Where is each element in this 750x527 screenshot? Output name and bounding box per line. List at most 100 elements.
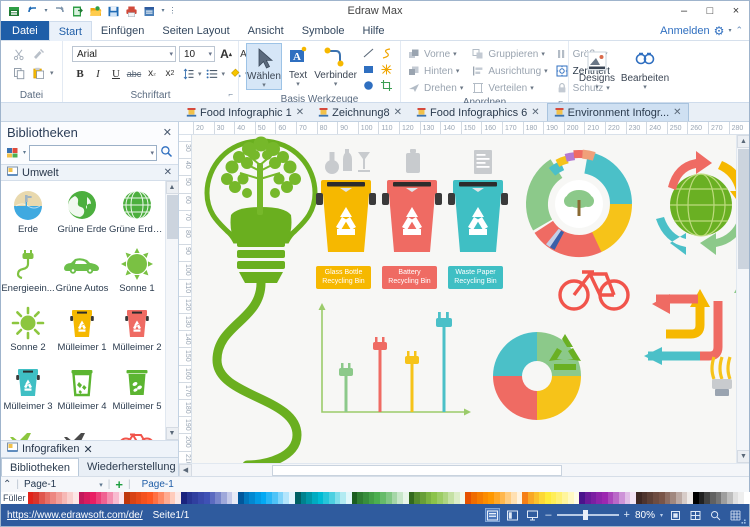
arrange-distribute[interactable]: Verteilen ▾: [470, 80, 547, 96]
underline-button[interactable]: U: [108, 66, 124, 81]
signin-link[interactable]: Anmelden: [660, 25, 710, 37]
stencil-gruene-erde[interactable]: Grüne Erde: [55, 184, 109, 243]
globe-recycle-arrows-graphic[interactable]: [642, 147, 749, 263]
library-search-caret[interactable]: ▾: [150, 149, 154, 157]
stencil-sonne-2[interactable]: Sonne 2: [1, 302, 55, 361]
italic-button[interactable]: I: [90, 66, 106, 81]
font-dialog-launcher[interactable]: ⌐: [228, 88, 233, 101]
canvas-vertical-scrollbar[interactable]: ▲ ▼: [736, 135, 749, 463]
stencil-flugzeug-dunkel[interactable]: Flugzeug: [55, 420, 109, 440]
strikethrough-button[interactable]: abc: [126, 66, 142, 81]
page-tab-page-1[interactable]: Page-1: [142, 479, 174, 490]
tool-text-caret[interactable]: ▾: [296, 81, 300, 88]
glass-bottle-label[interactable]: Glass Bottle Recycling Bin: [316, 266, 371, 289]
gear-dropdown-caret[interactable]: ▾: [728, 27, 731, 34]
redo-icon[interactable]: [52, 4, 67, 19]
cut-icon[interactable]: [12, 47, 27, 62]
library-group-close[interactable]: ✕: [164, 167, 172, 178]
normal-view-icon[interactable]: [485, 508, 501, 522]
stencil-scroll-thumb[interactable]: [166, 195, 178, 239]
designs-button[interactable]: Designs ▾: [574, 45, 620, 102]
crop-tool-icon[interactable]: [379, 78, 394, 93]
doc-tab-close[interactable]: ✕: [673, 107, 681, 118]
library-group-infografiken[interactable]: Infografiken ✕: [1, 440, 178, 457]
page-view-icon[interactable]: [505, 508, 520, 522]
fit-width-icon[interactable]: [688, 508, 703, 522]
stencil-fahrrad[interactable]: Fahrrad: [109, 420, 165, 440]
grow-font-icon[interactable]: A ▴: [218, 47, 234, 62]
ellipse-tool-icon[interactable]: [361, 78, 376, 93]
doc-tab-food-infographic-1[interactable]: Food Infographic 1 ✕: [179, 103, 311, 121]
tool-text-button[interactable]: A Text ▾: [284, 43, 312, 88]
color-swatch[interactable]: [744, 492, 750, 504]
line-tool-icon[interactable]: [361, 46, 376, 61]
line-spacing-caret[interactable]: ▾: [198, 70, 202, 78]
canvas-scroll-up-button[interactable]: ▲: [737, 135, 749, 148]
stencil-muelleimer-4[interactable]: Mülleimer 4: [55, 361, 109, 420]
resize-grip[interactable]: [737, 515, 747, 525]
collapse-ribbon-icon[interactable]: ⌃: [735, 25, 743, 36]
bullets-caret[interactable]: ▾: [222, 70, 226, 78]
stencil-muelleimer-1[interactable]: Mülleimer 1: [55, 302, 109, 361]
tool-connector-button[interactable]: Verbinder ▾: [314, 43, 357, 88]
paste-icon[interactable]: [31, 66, 46, 81]
library-group-close[interactable]: ✕: [83, 443, 92, 456]
rectangle-tool-icon[interactable]: [361, 62, 376, 77]
subscript-button[interactable]: x₂: [144, 66, 160, 81]
tool-select-button[interactable]: Wählen ▾: [246, 43, 282, 90]
left-tab-wiederherstellung[interactable]: Wiederherstellung: [79, 458, 184, 476]
superscript-button[interactable]: x2: [162, 66, 178, 81]
gear-icon[interactable]: ⚙: [714, 24, 725, 38]
edit-button[interactable]: Bearbeiten ▾: [620, 45, 670, 102]
menu-item-hilfe[interactable]: Hilfe: [354, 21, 394, 40]
font-size-combo[interactable]: 10 ▾: [179, 46, 215, 62]
stencil-muelleimer-2[interactable]: Mülleimer 2: [109, 302, 165, 361]
zoom-dropdown-caret[interactable]: ▾: [660, 512, 663, 519]
stencil-erde[interactable]: Erde: [1, 184, 55, 243]
cfl-bulb-graphic[interactable]: [704, 353, 740, 401]
page-nav-icon[interactable]: ⌃: [3, 479, 11, 490]
doc-tab-zeichnung8[interactable]: Zeichnung8 ✕: [311, 103, 409, 121]
curve-tool-icon[interactable]: [379, 46, 394, 61]
libraries-panel-close[interactable]: ✕: [163, 126, 172, 139]
canvas-scroll-down-button[interactable]: ▼: [737, 450, 749, 463]
doc-tab-close[interactable]: ✕: [531, 107, 539, 118]
new-icon[interactable]: [70, 4, 85, 19]
battery-label[interactable]: Battery Recycling Bin: [382, 266, 437, 289]
save-icon[interactable]: [106, 4, 121, 19]
stencil-scrollbar[interactable]: ▲ ▼: [165, 181, 179, 440]
stencil-gruene-erde-2[interactable]: Grüne Erde 2: [109, 184, 165, 243]
menu-item-seiten-layout[interactable]: Seiten Layout: [153, 21, 238, 40]
canvas-horizontal-scrollbar[interactable]: ◀: [179, 463, 749, 477]
drawing-canvas[interactable]: Glass Bottle Recycling Bin Battery Recyc…: [192, 135, 749, 463]
stencil-scroll-up-button[interactable]: ▲: [165, 181, 179, 194]
arrange-align[interactable]: Ausrichtung ▾: [470, 63, 548, 79]
stencil-gruene-autos[interactable]: Grüne Autos: [55, 243, 109, 302]
arrange-group[interactable]: Gruppieren ▾: [470, 46, 547, 62]
arrange-rotate[interactable]: Drehen ▾: [406, 80, 463, 96]
undo-icon[interactable]: [25, 4, 40, 19]
lightbulb-tree-graphic[interactable]: [197, 135, 327, 463]
left-tab-bibliotheken[interactable]: Bibliotheken: [1, 458, 79, 476]
stencil-flugzeug-gruen[interactable]: Flugzeug: [1, 420, 55, 440]
stencil-energieeinsparung[interactable]: Energieein...: [1, 243, 55, 302]
menu-item-einfuegen[interactable]: Einfügen: [92, 21, 153, 40]
freeform-tool-icon[interactable]: [379, 62, 394, 77]
menu-item-datei[interactable]: Datei: [1, 21, 49, 40]
library-group-umwelt[interactable]: Umwelt ✕: [1, 164, 178, 181]
horizontal-ruler[interactable]: 20 30 40 50 60 70 80 90 100 110 120 130 140 150 160 170…: [179, 122, 749, 135]
zoom-in-button[interactable]: +: [624, 509, 630, 521]
edrawsoft-link[interactable]: https://www.edrawsoft.com/de/: [7, 510, 143, 521]
export-icon[interactable]: [142, 4, 157, 19]
menu-item-ansicht[interactable]: Ansicht: [239, 21, 293, 40]
edraw-logo-icon[interactable]: [7, 4, 22, 19]
menu-item-start[interactable]: Start: [48, 21, 92, 41]
search-icon[interactable]: [160, 145, 173, 161]
line-spacing-icon[interactable]: [180, 66, 196, 81]
zoom-slider[interactable]: [556, 510, 619, 520]
vertical-ruler[interactable]: 30 40 50 60 70 80 90 100 110 120 130 140 150 160 170 18…: [179, 135, 192, 463]
print-icon[interactable]: [124, 4, 139, 19]
stencil-muelleimer-3[interactable]: Mülleimer 3: [1, 361, 55, 420]
stencil-sonne-1[interactable]: Sonne 1: [109, 243, 165, 302]
plug-bar-chart-graphic[interactable]: [314, 300, 474, 425]
